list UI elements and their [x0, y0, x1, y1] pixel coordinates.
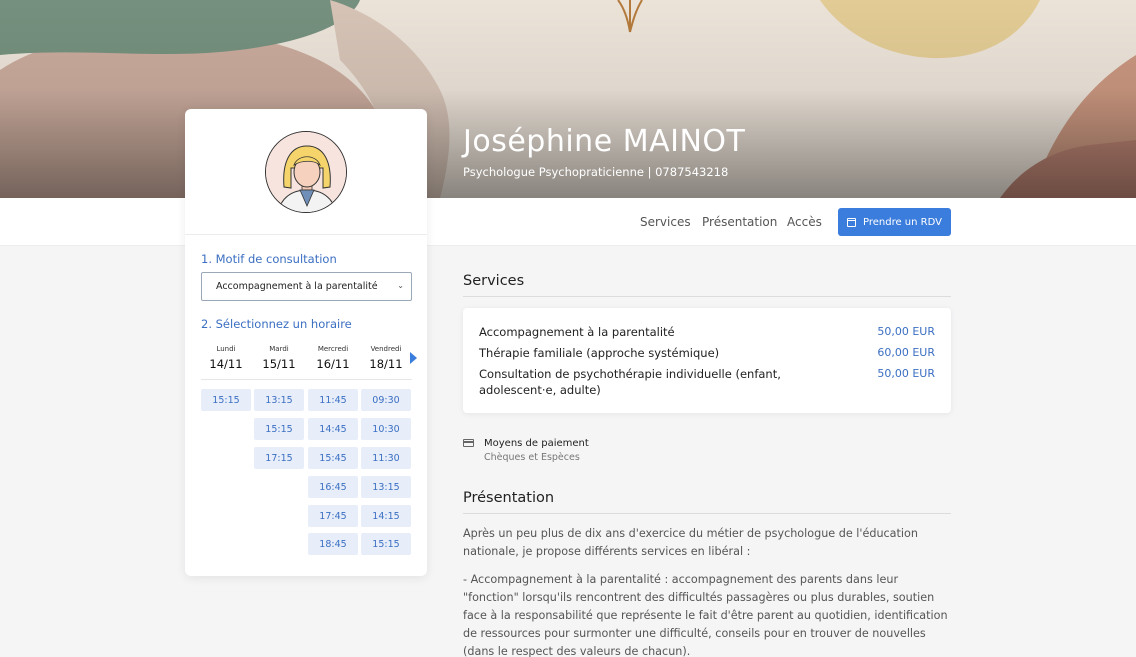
next-days-arrow-icon[interactable]: [410, 352, 417, 364]
chevron-down-icon: ⌄: [397, 281, 404, 290]
nav-link-services[interactable]: Services: [640, 215, 691, 229]
time-slot[interactable]: 15:15: [254, 418, 304, 440]
time-slot[interactable]: 16:45: [308, 476, 358, 498]
practitioner-name: Joséphine MAINOT: [463, 124, 746, 159]
step-1-label: 1. Motif de consultation: [201, 252, 337, 266]
practitioner-subtitle: Psychologue Psychopraticienne | 07875432…: [463, 165, 729, 179]
service-price: 50,00 EUR: [877, 367, 935, 380]
time-slot[interactable]: 15:45: [308, 447, 358, 469]
day-column-header: Mardi 15/11: [254, 345, 304, 371]
avatar: [265, 131, 347, 213]
day-name: Lundi: [216, 345, 236, 353]
day-column-header: Vendredi 18/11: [361, 345, 411, 371]
time-slot[interactable]: 10:30: [361, 418, 411, 440]
time-slot[interactable]: 17:45: [308, 505, 358, 527]
day-date: 15/11: [262, 357, 296, 371]
time-slot[interactable]: 17:15: [254, 447, 304, 469]
book-appointment-label: Prendre un RDV: [863, 216, 942, 228]
presentation-paragraph: - Accompagnement à la parentalité : acco…: [463, 573, 948, 657]
calendar-icon: [847, 217, 856, 227]
time-slot[interactable]: 13:15: [254, 389, 304, 411]
service-price: 50,00 EUR: [877, 325, 935, 338]
day-date: 18/11: [369, 357, 403, 371]
time-slot[interactable]: 18:45: [308, 533, 358, 555]
service-price: 60,00 EUR: [877, 346, 935, 359]
time-slot[interactable]: 09:30: [361, 389, 411, 411]
service-name: Consultation de psychothérapie individue…: [479, 367, 781, 397]
time-slot[interactable]: 11:45: [308, 389, 358, 411]
services-list: Accompagnement à la parentalité 50,00 EU…: [463, 308, 951, 413]
step-2-label: 2. Sélectionnez un horaire: [201, 317, 352, 331]
time-slot[interactable]: 14:45: [308, 418, 358, 440]
consultation-reason-select[interactable]: Accompagnement à la parentalité ⌄: [201, 272, 412, 301]
booking-card: 1. Motif de consultation Accompagnement …: [185, 109, 427, 576]
presentation-heading-divider: [463, 513, 951, 514]
day-name: Mercredi: [317, 345, 349, 353]
day-name: Mardi: [269, 345, 289, 353]
day-column-header: Mercredi 16/11: [308, 345, 358, 371]
payment-title: Moyens de paiement: [484, 438, 589, 449]
time-slot[interactable]: 15:15: [361, 533, 411, 555]
service-name: Thérapie familiale (approche systémique): [479, 346, 720, 360]
services-heading: Services: [463, 273, 525, 289]
day-date: 16/11: [316, 357, 350, 371]
time-slot[interactable]: 14:15: [361, 505, 411, 527]
services-heading-divider: [463, 296, 951, 297]
payment-methods: Chèques et Espèces: [484, 452, 580, 463]
time-slot[interactable]: 13:15: [361, 476, 411, 498]
nav-link-acces[interactable]: Accès: [787, 215, 822, 229]
credit-card-icon: [463, 439, 474, 447]
presentation-heading: Présentation: [463, 490, 555, 506]
nav-link-presentation[interactable]: Présentation: [702, 215, 777, 229]
day-date: 14/11: [209, 357, 243, 371]
day-column-header: Lundi 14/11: [201, 345, 251, 371]
nav-bar: Services Présentation Accès Prendre un R…: [0, 198, 1136, 246]
avatar-illustration: [266, 132, 346, 212]
time-slot[interactable]: 15:15: [201, 389, 251, 411]
day-header-divider: [201, 379, 412, 380]
day-name: Vendredi: [370, 345, 402, 353]
time-slot[interactable]: 11:30: [361, 447, 411, 469]
book-appointment-button[interactable]: Prendre un RDV: [838, 208, 951, 236]
hero-banner: Joséphine MAINOT Psychologue Psychoprati…: [0, 0, 1136, 198]
presentation-paragraph: Après un peu plus de dix ans d'exercice …: [463, 527, 918, 558]
service-name: Accompagnement à la parentalité: [479, 325, 675, 339]
card-divider: [185, 234, 427, 235]
selected-reason-value: Accompagnement à la parentalité: [216, 281, 378, 292]
